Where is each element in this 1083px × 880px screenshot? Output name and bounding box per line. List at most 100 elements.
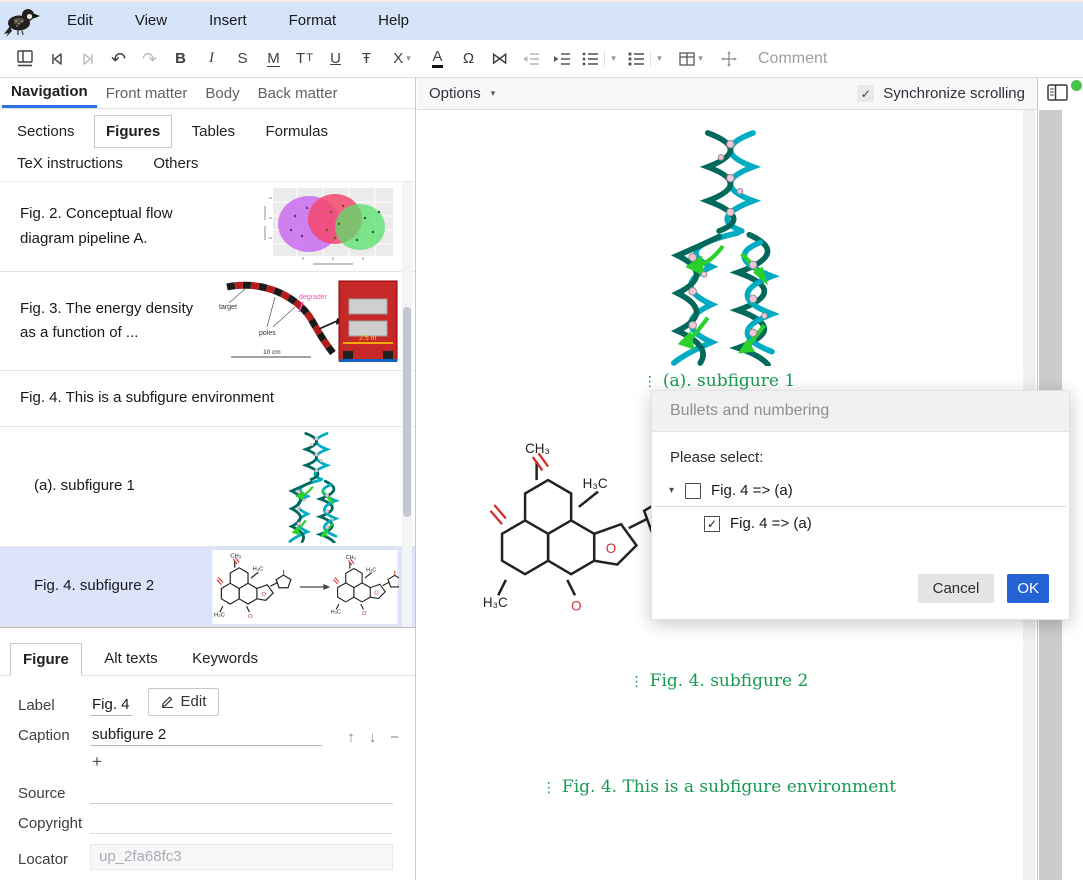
pencil-icon xyxy=(161,695,174,708)
undo-button[interactable]: ↶ xyxy=(103,44,134,74)
dialog-title: Bullets and numbering xyxy=(652,391,1069,432)
parent-checkbox-unchecked[interactable] xyxy=(685,483,701,499)
remove-caption-icon[interactable]: − xyxy=(390,729,399,746)
tab-back-matter[interactable]: Back matter xyxy=(249,78,347,108)
math-mode-icon: M xyxy=(267,51,280,67)
comments-panel-button[interactable] xyxy=(1046,83,1076,109)
formatting-toolbar: ↶ ↷ B I S M TT U Ŧ X ▾ A Ω ⋈ xyxy=(0,40,1083,78)
dna-thumbnail xyxy=(281,431,343,543)
indent-button[interactable] xyxy=(546,44,577,74)
outdent-button[interactable] xyxy=(515,44,546,74)
svg-text:O: O xyxy=(261,591,266,597)
svg-text:CH₃: CH₃ xyxy=(525,441,550,456)
sidebar-layout-button[interactable] xyxy=(10,44,41,74)
menu-view[interactable]: View xyxy=(114,2,188,40)
tab-body[interactable]: Body xyxy=(196,78,248,108)
skip-to-start-button[interactable] xyxy=(41,44,72,74)
menu-insert[interactable]: Insert xyxy=(188,2,268,40)
bullet-list-caret-icon[interactable]: ▾ xyxy=(604,51,618,66)
skip-to-end-button[interactable] xyxy=(72,44,103,74)
figure-title: Fig. 4. subfigure 2 xyxy=(34,574,211,598)
bullets-and-numbering-dialog: Bullets and numbering Please select: ▾ F… xyxy=(651,390,1070,620)
redo-button[interactable]: ↷ xyxy=(134,44,165,74)
special-character-button[interactable]: Ω xyxy=(453,44,484,74)
tie-button[interactable]: ⋈ xyxy=(484,44,515,74)
subtab-others[interactable]: Others xyxy=(142,148,209,179)
source-field-name: Source xyxy=(18,785,90,804)
cancel-button[interactable]: Cancel xyxy=(918,574,995,603)
italic-button[interactable]: I xyxy=(196,44,227,74)
svg-text:degrader: degrader xyxy=(299,294,328,301)
subtab-formulas[interactable]: Formulas xyxy=(254,116,339,147)
move-caption-up-icon[interactable]: ↑ xyxy=(347,729,355,746)
preview-caption-environment[interactable]: ⋮Fig. 4. This is a subfigure environment xyxy=(417,777,1021,797)
source-field-value[interactable] xyxy=(90,784,393,804)
font-color-icon: A xyxy=(432,49,442,68)
bullet-list-button[interactable]: ▾ xyxy=(577,44,623,74)
math-mode-button[interactable]: M xyxy=(258,44,289,74)
move-button[interactable] xyxy=(713,44,744,74)
tree-expand-caret-icon[interactable]: ▾ xyxy=(669,485,685,496)
figure-list-item-subfig1[interactable]: (a). subfigure 1 xyxy=(0,427,415,547)
figure-list: Fig. 2. Conceptual flow diagram pipeline… xyxy=(0,182,415,627)
figure-list-item-fig4[interactable]: Fig. 4. This is a subfigure environment xyxy=(0,371,415,427)
drag-handle-icon[interactable]: ⋮ xyxy=(630,674,643,690)
menu-help[interactable]: Help xyxy=(357,2,430,40)
figure-list-item-subfig2-selected[interactable]: Fig. 4. subfigure 2 xyxy=(0,547,415,627)
preview-header: Options ▾ ✓ Synchronize scrolling xyxy=(417,78,1037,110)
figure-detail-panel: Figure Alt texts Keywords Label Fig. 4 E… xyxy=(0,627,415,880)
edit-label-button[interactable]: Edit xyxy=(148,688,220,716)
tab-figure[interactable]: Figure xyxy=(10,643,82,676)
label-field-value[interactable]: Fig. 4 xyxy=(90,696,132,716)
tab-navigation[interactable]: Navigation xyxy=(2,78,97,108)
tab-alt-texts[interactable]: Alt texts xyxy=(92,643,169,674)
dna-helix-figure xyxy=(655,128,787,366)
menu-format[interactable]: Format xyxy=(268,2,358,40)
scrollbar-thumb[interactable] xyxy=(403,307,411,517)
locator-field-name: Locator xyxy=(18,851,90,870)
caption-field-value[interactable]: subfigure 2 xyxy=(90,726,322,746)
clear-formatting-button[interactable]: Ŧ xyxy=(351,44,382,74)
bold-icon: B xyxy=(175,51,186,66)
cross-out-button[interactable]: X ▾ xyxy=(382,44,422,74)
menu-edit[interactable]: Edit xyxy=(46,2,114,40)
tree-item-child[interactable]: ✓ Fig. 4 => (a) xyxy=(704,515,1069,532)
options-dropdown[interactable]: Options ▾ xyxy=(429,85,495,102)
underline-button[interactable]: U xyxy=(320,44,351,74)
svg-text:H₃C: H₃C xyxy=(252,566,264,572)
table-button[interactable]: ▾ xyxy=(669,44,713,74)
text-size-button[interactable]: TT xyxy=(289,44,320,74)
synchronize-scrolling-label: Synchronize scrolling xyxy=(883,85,1025,102)
tab-front-matter[interactable]: Front matter xyxy=(97,78,197,108)
move-caption-down-icon[interactable]: ↓ xyxy=(369,729,377,746)
synchronize-scrolling-checkbox[interactable]: ✓ xyxy=(857,85,874,102)
child-checkbox-checked[interactable]: ✓ xyxy=(704,516,720,532)
numbered-list-caret-icon[interactable]: ▾ xyxy=(650,51,664,66)
preview-caption-subfigure1[interactable]: ⋮(a). subfigure 1 xyxy=(417,371,1021,391)
copyright-field-value[interactable] xyxy=(90,814,393,834)
undo-icon: ↶ xyxy=(111,50,126,68)
subtab-tex-instructions[interactable]: TeX instructions xyxy=(6,148,134,179)
strikethrough-button[interactable]: S xyxy=(227,44,258,74)
bold-button[interactable]: B xyxy=(165,44,196,74)
comment-button[interactable]: Comment xyxy=(758,50,827,68)
font-color-button[interactable]: A xyxy=(422,44,453,74)
chevron-down-icon: ▾ xyxy=(406,53,411,64)
subtab-figures[interactable]: Figures xyxy=(94,115,172,148)
subtab-tables[interactable]: Tables xyxy=(181,116,246,147)
drag-handle-icon[interactable]: ⋮ xyxy=(542,780,555,796)
ok-button[interactable]: OK xyxy=(1007,574,1049,603)
figure-list-item-fig2[interactable]: Fig. 2. Conceptual flow diagram pipeline… xyxy=(0,182,415,272)
tree-item-parent[interactable]: ▾ Fig. 4 => (a) xyxy=(669,482,1069,499)
numbered-list-button[interactable]: ▾ xyxy=(623,44,669,74)
add-caption-icon[interactable]: + xyxy=(92,752,102,771)
figure-list-scrollbar[interactable] xyxy=(402,182,412,627)
figure-list-item-fig3[interactable]: Fig. 3. The energy density as a function… xyxy=(0,272,415,371)
bullet-list-icon xyxy=(582,52,599,66)
drag-handle-icon[interactable]: ⋮ xyxy=(643,374,656,390)
subtab-sections[interactable]: Sections xyxy=(6,116,86,147)
preview-caption-subfigure2[interactable]: ⋮Fig. 4. subfigure 2 xyxy=(417,671,1021,691)
tab-keywords[interactable]: Keywords xyxy=(180,643,270,674)
table-caret-icon: ▾ xyxy=(698,53,703,64)
application-window: Edit View Insert Format Help ↶ ↷ B I S M xyxy=(0,0,1083,880)
